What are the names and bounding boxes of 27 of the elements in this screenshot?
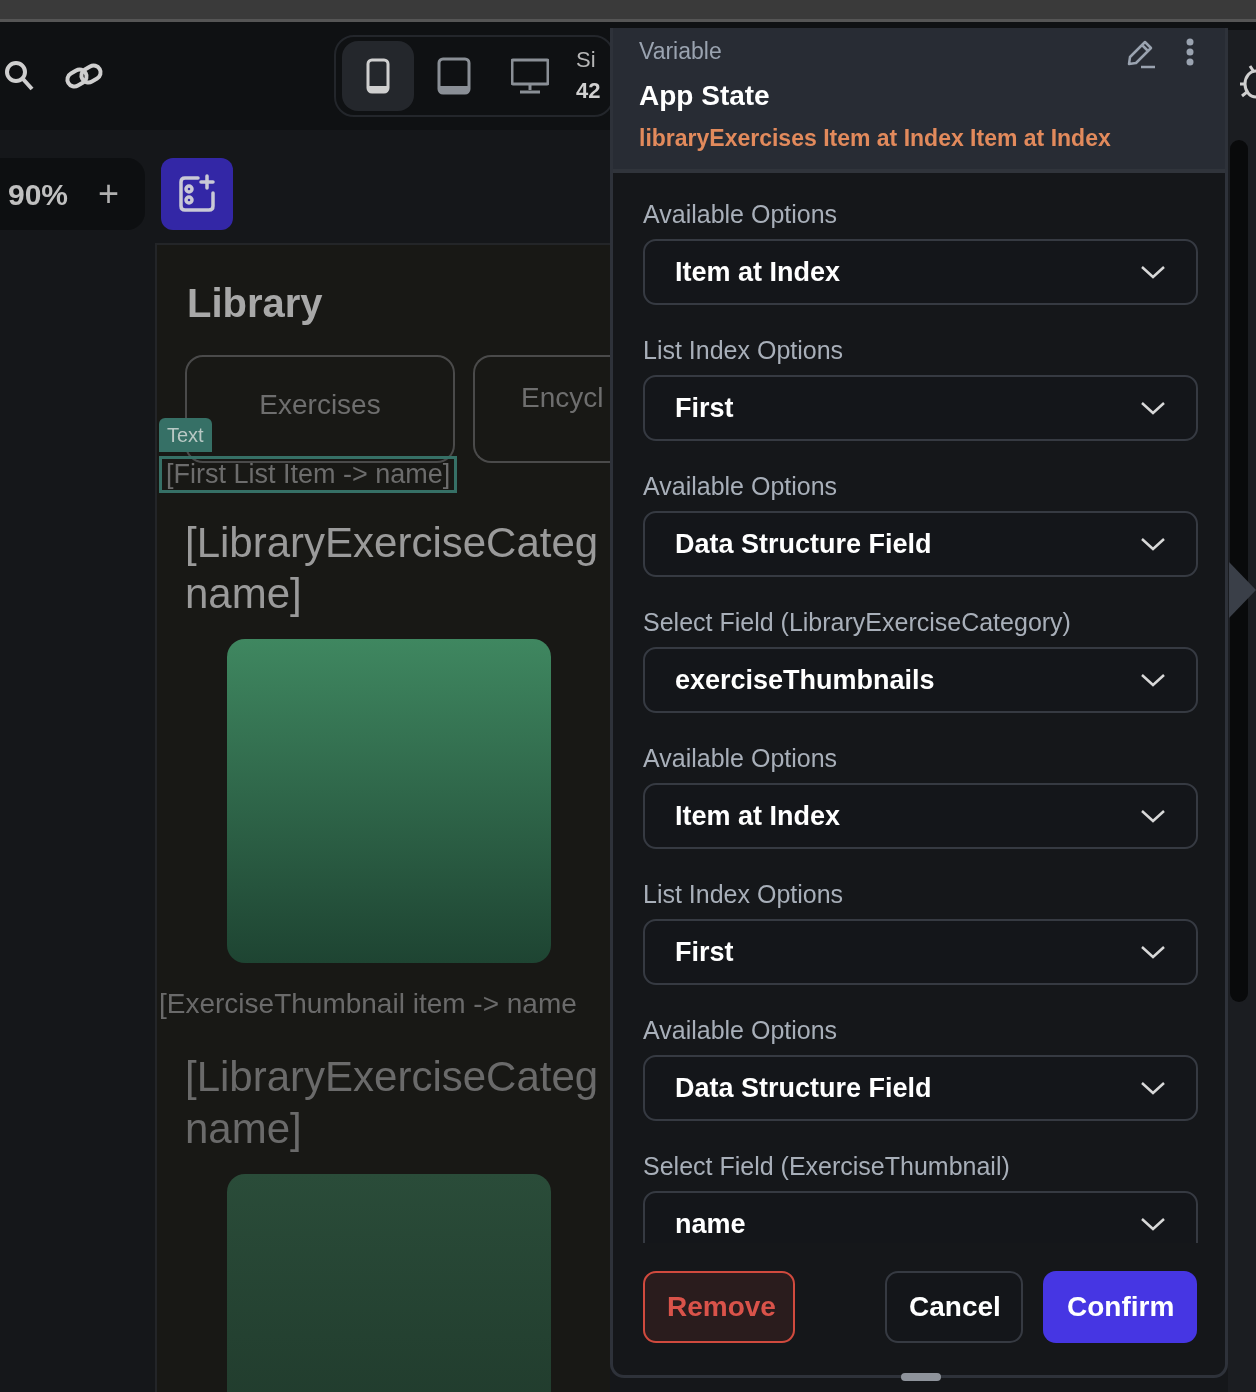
field-label: List Index Options [643, 335, 845, 365]
dropdown-value: name [675, 1207, 746, 1241]
dropdown-value: Data Structure Field [675, 1071, 932, 1105]
field-label: List Index Options [643, 879, 845, 909]
zoom-value: 90% [8, 176, 69, 213]
variable-label: Variable [639, 37, 722, 66]
dropdown-value: Item at Index [675, 255, 841, 289]
field-label: Available Options [643, 1015, 839, 1045]
field-label: Available Options [643, 743, 839, 773]
size-value: 42 [576, 77, 601, 105]
variable-path: libraryExercises Item at Index Item at Index [639, 123, 1112, 153]
dropdown-value: exerciseThumbnails [675, 663, 935, 697]
section-heading: [LibraryExerciseCateg name] [185, 1052, 600, 1154]
field-label: Select Field (LibraryExerciseCategory) [643, 607, 1072, 637]
dropdown-value: First [675, 391, 734, 425]
field-label: Select Field (ExerciseThumbnail) [643, 1151, 1011, 1181]
selection-tooltip: Text [159, 418, 212, 452]
dropdown-value: First [675, 935, 734, 969]
section-heading: [LibraryExerciseCateg name] [185, 518, 600, 620]
dropdown-value: Item at Index [675, 799, 841, 833]
variable-source: App State [639, 78, 771, 113]
field-label: Available Options [643, 471, 839, 501]
size-label: Si [576, 46, 597, 75]
field-label: Available Options [643, 199, 839, 229]
thumbnail-caption: [ExerciseThumbnail item -> name [159, 987, 578, 1022]
dropdown-value: Data Structure Field [675, 527, 932, 561]
page-title: Library [187, 280, 324, 327]
